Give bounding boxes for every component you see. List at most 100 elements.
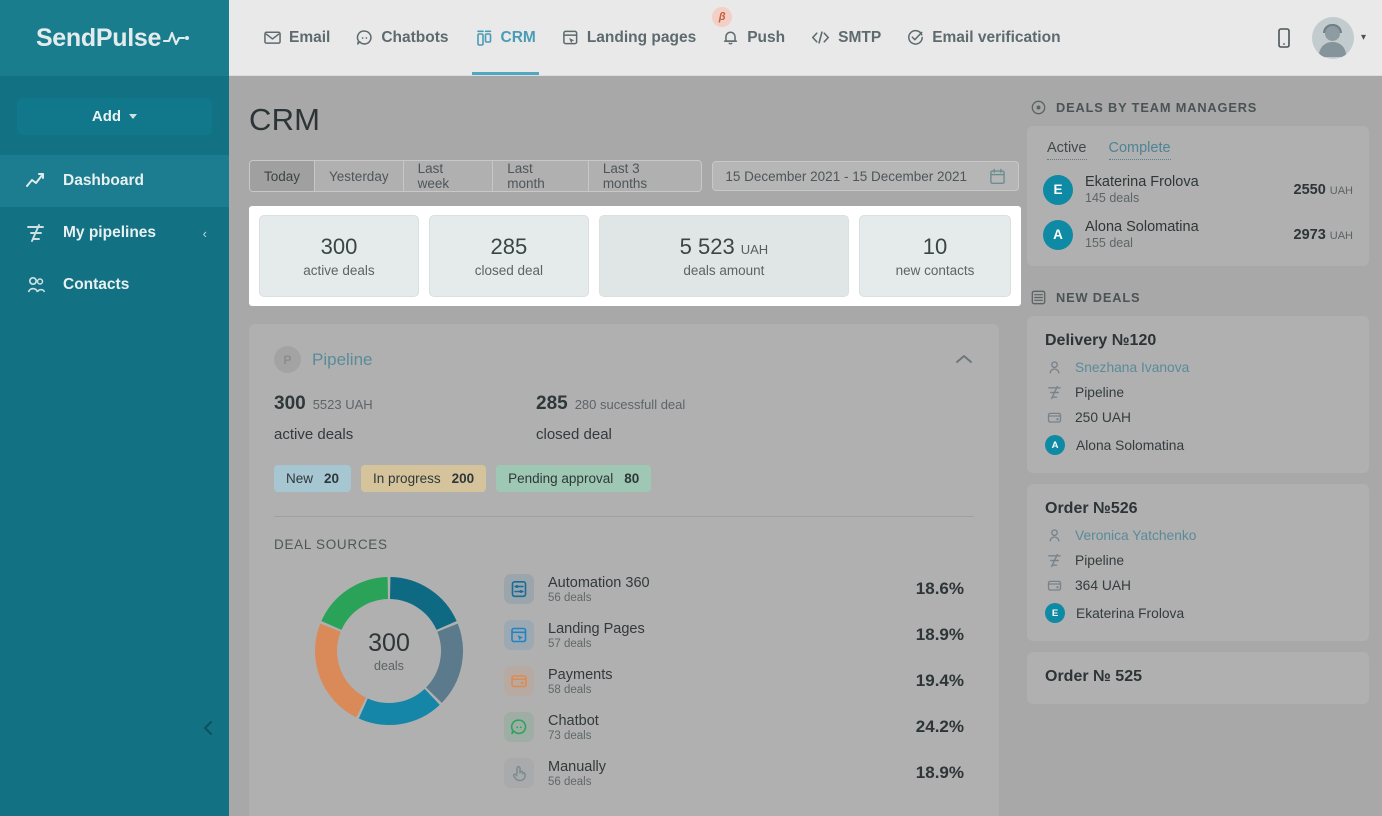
users-icon [25,276,47,294]
status-tag-count: 80 [624,471,639,486]
team-managers-card: Active Complete E Ekaterina Frolova 145 … [1027,126,1369,266]
target-circle-icon [1031,100,1046,115]
chevron-down-icon: ▾ [1361,32,1366,43]
stat-label: deals amount [683,263,764,278]
source-row-chatbot[interactable]: Chatbot 73 deals 24.2% [504,704,964,750]
stat-value: 300 [321,234,358,260]
new-deal-card[interactable]: Delivery №120 Snezhana Ivanova [1027,316,1369,473]
pipeline-closed-amount: 280 sucessfull deal [575,397,686,412]
tab-complete[interactable]: Complete [1109,140,1171,160]
source-row-payments[interactable]: Payments 58 deals 19.4% [504,658,964,704]
filter-last-week[interactable]: Last week [404,161,494,191]
pipeline-stats: 300 5523 UAH active deals 285 280 sucess… [274,393,974,443]
donut-total-label: deals [374,659,404,673]
add-button[interactable]: Add [17,98,212,135]
code-icon [811,29,830,46]
deal-contact-name: Snezhana Ivanova [1075,360,1189,375]
tab-crm[interactable]: CRM [462,1,549,75]
tab-label: SMTP [838,29,881,47]
deal-amount: 364 UAH [1075,578,1131,593]
funnel-icon [25,224,47,242]
calendar-icon [989,168,1006,185]
source-deals: 73 deals [548,730,599,742]
tab-smtp[interactable]: SMTP [798,1,894,75]
deal-sources-chart: 300 deals [274,566,974,796]
brand-logo[interactable]: SendPulse [0,0,229,76]
funnel-icon [1045,385,1064,400]
source-percentage: 19.4% [916,671,964,691]
deal-manager: Alona Solomatina [1076,438,1184,453]
chevron-up-icon[interactable] [954,353,974,366]
bell-icon [722,29,739,46]
sidebar-item-label: Contacts [63,276,129,294]
left-sidebar: SendPulse Add Dashboard [0,0,229,816]
source-row-landing-pages[interactable]: Landing Pages 57 deals 18.9% [504,612,964,658]
pipeline-name[interactable]: Pipeline [312,350,373,370]
status-tag-count: 20 [324,471,339,486]
stat-unit: UAH [741,242,768,257]
person-icon [1045,528,1064,543]
new-deal-card[interactable]: Order №526 Veronica Yatchenko [1027,484,1369,641]
status-tag-label: Pending approval [508,471,613,486]
status-tag-in-progress[interactable]: In progress 200 [361,465,486,492]
tab-label: Email verification [932,29,1060,47]
sidebar-item-my-pipelines[interactable]: My pipelines ‹ [0,207,229,259]
chart-line-icon [25,172,47,190]
status-tag-pending-approval[interactable]: Pending approval 80 [496,465,651,492]
source-percentage: 18.6% [916,579,964,599]
tab-active[interactable]: Active [1047,140,1087,160]
manager-row[interactable]: A Alona Solomatina 155 deal 2973 UAH [1043,219,1353,250]
top-nav-items: Email Chatbots [251,1,1074,75]
deal-sources-legend: Automation 360 56 deals 18.6% [504,566,974,796]
tab-email-verification[interactable]: Email verification [894,1,1073,75]
deal-contact-row[interactable]: Snezhana Ivanova [1045,360,1351,375]
manager-deals: 145 deals [1085,191,1199,205]
hand-click-icon [504,758,534,788]
deal-manager-row: A Alona Solomatina [1045,435,1351,455]
mobile-phone-icon[interactable] [1276,27,1292,49]
date-filter-bar: Today Yesterday Last week Last month Las… [249,160,1019,192]
deal-title: Delivery №120 [1045,332,1351,350]
manager-name: Ekaterina Frolova [1085,174,1199,190]
tab-push[interactable]: β Push [709,1,798,75]
new-deal-card[interactable]: Order № 525 [1027,652,1369,704]
tab-landing-pages[interactable]: Landing pages [549,1,709,75]
filter-last-3-months[interactable]: Last 3 months [589,161,702,191]
sidebar-collapse-button[interactable] [196,713,222,743]
source-name: Payments [548,667,612,683]
manager-deals: 155 deal [1085,236,1199,250]
stat-card-deals-amount[interactable]: 5 523 UAH deals amount [599,215,849,297]
filter-yesterday[interactable]: Yesterday [315,161,404,191]
status-tag-count: 200 [452,471,475,486]
check-circle-icon [907,29,924,46]
sidebar-item-contacts[interactable]: Contacts [0,259,229,311]
source-row-automation-360[interactable]: Automation 360 56 deals 18.6% [504,566,964,612]
avatar: A [1043,220,1073,250]
filter-today[interactable]: Today [250,161,315,191]
date-range-value: 15 December 2021 - 15 December 2021 [725,169,967,184]
user-menu[interactable]: ▾ [1312,17,1366,59]
status-tag-new[interactable]: New 20 [274,465,351,492]
source-deals: 58 deals [548,684,612,696]
beta-badge: β [712,7,732,27]
tab-email[interactable]: Email [251,1,343,75]
deal-pipeline: Pipeline [1075,553,1124,568]
envelope-icon [264,29,281,46]
stat-card-active-deals[interactable]: 300 active deals [259,215,419,297]
sidebar-item-dashboard[interactable]: Dashboard [0,155,229,207]
stat-card-closed-deal[interactable]: 285 closed deal [429,215,589,297]
crm-columns-icon [475,29,493,47]
stat-card-new-contacts[interactable]: 10 new contacts [859,215,1011,297]
person-icon [1045,360,1064,375]
filter-last-month[interactable]: Last month [493,161,589,191]
deal-contact-name: Veronica Yatchenko [1075,528,1196,543]
source-row-manually[interactable]: Manually 56 deals 18.9% [504,750,964,796]
add-button-label: Add [92,108,121,125]
date-range-input[interactable]: 15 December 2021 - 15 December 2021 [712,161,1019,191]
chevron-left-icon: ‹ [203,226,207,241]
tab-chatbots[interactable]: Chatbots [343,1,461,75]
manager-currency: UAH [1330,185,1353,197]
source-percentage: 18.9% [916,625,964,645]
manager-row[interactable]: E Ekaterina Frolova 145 deals 2550 UAH [1043,174,1353,205]
deal-contact-row[interactable]: Veronica Yatchenko [1045,528,1351,543]
